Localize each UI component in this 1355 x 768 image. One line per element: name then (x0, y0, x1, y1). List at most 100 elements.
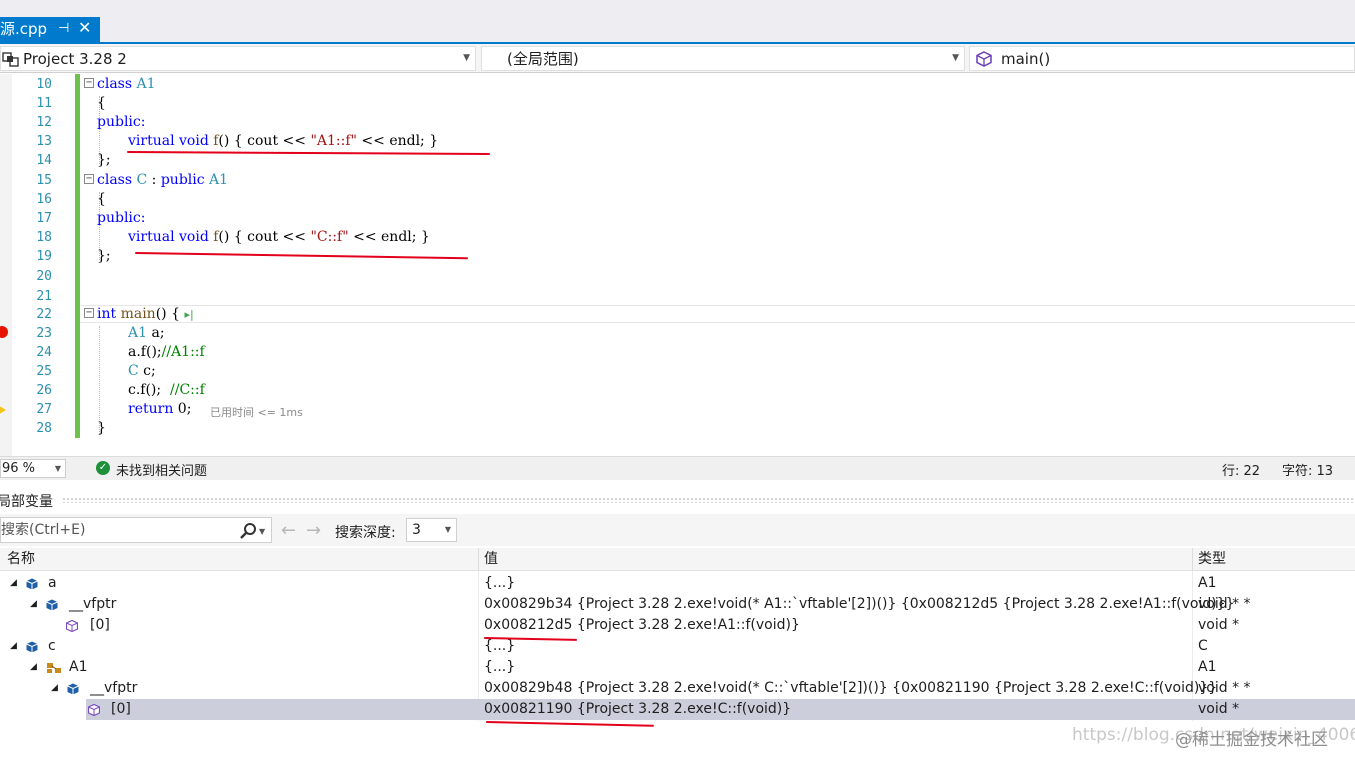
title-grip[interactable] (62, 497, 1355, 503)
code-line-24: a.f();//A1::f (128, 344, 205, 360)
line-number: 23 (36, 326, 52, 341)
expand-arrow-icon[interactable]: ◢ (30, 657, 37, 678)
pin-icon[interactable]: ⊣ (58, 21, 69, 36)
method-cube-icon (66, 620, 78, 632)
row-type: A1 (1198, 575, 1217, 591)
fold-toggle-icon[interactable]: − (84, 174, 94, 184)
perf-tip[interactable]: 已用时间 <= 1ms (210, 404, 303, 420)
code-editor[interactable]: 10 11 12 13 14 15 16 17 18 19 20 21 22 23 24 25 26 27 28 −… (0, 74, 1355, 456)
line-number: 11 (36, 96, 52, 111)
line-number: 22 (36, 307, 52, 322)
table-row[interactable]: [0] 0x008212d5 {Project 3.28 2.exe!A1::f… (0, 615, 1355, 636)
line-number: 15 (36, 173, 52, 188)
search-icon[interactable] (239, 522, 257, 540)
search-depth-label: 搜索深度: (335, 525, 396, 541)
header-type[interactable]: 类型 (1198, 548, 1226, 571)
search-forward-arrow-icon[interactable]: → (306, 520, 321, 541)
object-cube-icon (26, 641, 38, 653)
fold-toggle-icon[interactable]: − (84, 308, 94, 318)
zoom-dropdown[interactable]: 96 % ▼ (0, 459, 66, 478)
chevron-down-icon: ▼ (444, 525, 451, 534)
table-row[interactable]: ◢ A1 {...} A1 (0, 657, 1355, 678)
project-dropdown-value: Project 3.28 2 (23, 49, 127, 68)
fold-toggle-icon[interactable]: − (84, 78, 94, 88)
row-value: 0x00829b34 {Project 3.28 2.exe!void(* A1… (484, 596, 1235, 612)
column-splitter[interactable] (478, 548, 479, 571)
line-number: 24 (36, 345, 52, 360)
file-tab-source-cpp[interactable]: 源.cpp ⊣ ✕ (0, 17, 100, 42)
locals-grid-header: 名称 值 类型 (0, 548, 1355, 571)
scope-dropdown[interactable]: (全局范围) ▼ (481, 46, 965, 71)
code-line-15: class C : public A1 (97, 172, 229, 188)
row-type: C (1198, 638, 1208, 654)
run-to-click-icon[interactable]: ▸| (184, 308, 193, 321)
line-number: 26 (36, 383, 52, 398)
table-row[interactable]: ◢ __vfptr 0x00829b34 {Project 3.28 2.exe… (0, 594, 1355, 615)
search-back-arrow-icon[interactable]: ← (281, 520, 296, 541)
chevron-down-icon: ▼ (54, 464, 61, 473)
close-icon[interactable]: ✕ (78, 18, 91, 37)
column-splitter[interactable] (1192, 548, 1193, 571)
code-line-19: }; (97, 248, 111, 264)
row-type: void * * (1198, 596, 1251, 612)
code-line-27: return 0; (128, 401, 192, 417)
line-number: 14 (36, 153, 52, 168)
table-row[interactable]: ◢ a {...} A1 (0, 573, 1355, 594)
expand-arrow-icon[interactable]: ◢ (10, 636, 17, 657)
line-number: 13 (36, 134, 52, 149)
annotation-underline (485, 721, 654, 727)
code-line-13: virtual void f() { cout << "A1::f" << en… (128, 133, 439, 149)
row-value: {...} (484, 659, 516, 675)
line-number: 19 (36, 249, 52, 264)
line-number: 10 (36, 77, 52, 92)
project-icon (2, 52, 19, 67)
issues-status[interactable]: 未找到相关问题 (116, 460, 207, 479)
function-dropdown-value: main() (1001, 49, 1051, 68)
row-name: __vfptr (90, 680, 138, 696)
current-line-highlight (80, 305, 1355, 323)
code-line-22: int main() { ▸| (97, 306, 194, 322)
search-input[interactable] (1, 521, 231, 539)
method-cube-icon (976, 51, 992, 67)
line-number: 16 (36, 192, 52, 207)
object-cube-icon (46, 599, 58, 611)
function-dropdown[interactable]: main() (969, 46, 1355, 71)
row-value: 0x00821190 {Project 3.28 2.exe!C::f(void… (484, 701, 792, 717)
object-cube-icon (26, 578, 38, 590)
table-row-selected[interactable]: [0] 0x00821190 {Project 3.28 2.exe!C::f(… (0, 699, 1355, 720)
row-name: __vfptr (69, 596, 117, 612)
code-line-25: C c; (128, 363, 156, 379)
row-value: 0x008212d5 {Project 3.28 2.exe!A1::f(voi… (484, 617, 800, 633)
expand-arrow-icon[interactable]: ◢ (30, 594, 37, 615)
expand-arrow-icon[interactable]: ◢ (51, 678, 58, 699)
document-tab-strip: 源.cpp ⊣ ✕ (0, 0, 1355, 44)
line-number: 25 (36, 364, 52, 379)
expand-arrow-icon[interactable]: ◢ (10, 573, 17, 594)
line-number: 20 (36, 269, 52, 284)
row-type: A1 (1198, 659, 1217, 675)
search-box[interactable]: ▼ (0, 517, 272, 543)
check-circle-icon: ✓ (96, 461, 110, 475)
row-value: {...} (484, 575, 516, 591)
project-dropdown[interactable]: Project 3.28 2 ▼ (0, 46, 476, 71)
search-depth-select[interactable]: 3 ▼ (406, 518, 457, 542)
locals-window-title[interactable]: 局部变量 (0, 489, 1355, 511)
code-line-11: { (97, 95, 106, 111)
code-line-26: c.f(); //C::f (128, 382, 205, 398)
row-name: [0] (111, 701, 131, 717)
annotation-underline (126, 151, 491, 155)
chevron-down-icon: ▼ (952, 53, 959, 63)
execution-pointer-icon (0, 404, 6, 416)
table-row[interactable]: ◢ c {...} C (0, 636, 1355, 657)
watermark-brand: @稀土掘金技术社区 (1175, 730, 1328, 750)
breakpoint-margin[interactable] (0, 74, 12, 456)
header-name[interactable]: 名称 (7, 548, 35, 571)
file-tab-label: 源.cpp (0, 20, 48, 38)
chevron-down-icon[interactable]: ▼ (259, 527, 265, 536)
header-value[interactable]: 值 (484, 548, 498, 571)
table-row[interactable]: ◢ __vfptr 0x00829b48 {Project 3.28 2.exe… (0, 678, 1355, 699)
navigation-bar: Project 3.28 2 ▼ (全局范围) ▼ main() (0, 44, 1355, 73)
object-cube-icon (67, 683, 79, 695)
code-line-10: class A1 (97, 76, 156, 92)
base-class-icon (47, 663, 61, 673)
